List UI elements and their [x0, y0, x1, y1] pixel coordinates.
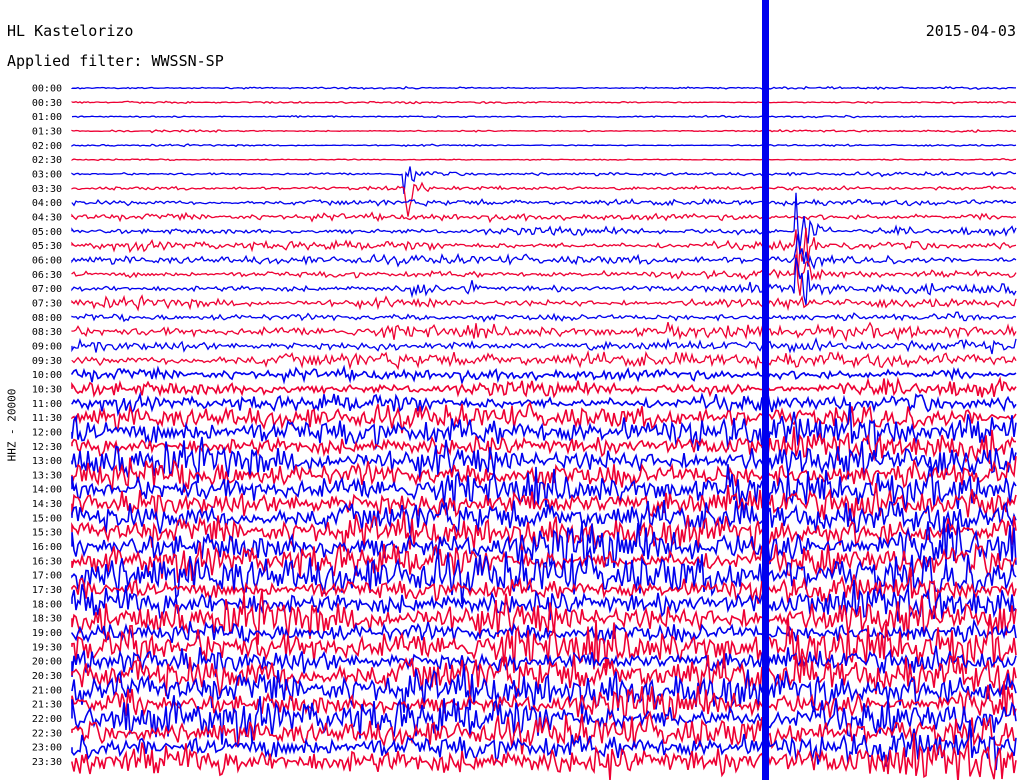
- row-tick-label: 10:30: [32, 384, 62, 395]
- trace-row-0530: [71, 227, 1017, 278]
- trace-row-0700: [71, 257, 1017, 306]
- row-tick-label: 19:30: [32, 642, 62, 653]
- row-tick-label: 11:30: [32, 413, 62, 424]
- row-tick-label: 05:00: [32, 227, 62, 238]
- row-tick-label: 16:00: [32, 542, 62, 553]
- trace-row-0000: [71, 85, 1016, 91]
- row-tick-label: 02:00: [32, 141, 62, 152]
- row-tick-label: 23:30: [32, 757, 62, 768]
- row-tick-label: 09:30: [32, 356, 62, 367]
- clipping-marker: [762, 0, 769, 780]
- trace-row-0900: [71, 337, 1017, 355]
- row-tick-label: 01:00: [32, 112, 62, 123]
- trace-row-0200: [71, 143, 1017, 148]
- trace-row-0230: [71, 158, 1017, 162]
- trace-row-0130: [71, 128, 1017, 134]
- trace-row-1100: [71, 391, 1017, 417]
- row-tick-label: 12:30: [32, 442, 62, 453]
- trace-row-0300: [71, 166, 1017, 194]
- trace-row-0730: [71, 294, 1017, 312]
- trace-row-0800: [71, 311, 1017, 323]
- row-tick-label: 10:00: [32, 370, 62, 381]
- row-tick-label: 13:30: [32, 470, 62, 481]
- trace-row-0600: [71, 233, 1017, 270]
- row-tick-label: 03:00: [32, 169, 62, 180]
- row-tick-label: 20:00: [32, 657, 62, 668]
- trace-row-0030: [71, 100, 1017, 105]
- row-tick-label: 01:30: [32, 126, 62, 137]
- row-tick-label: 07:00: [32, 284, 62, 295]
- row-tick-label: 17:00: [32, 571, 62, 582]
- trace-row-1400: [71, 464, 1017, 512]
- row-tick-label: 02:30: [32, 155, 62, 166]
- row-tick-label: 21:00: [32, 685, 62, 696]
- row-tick-label: 15:30: [32, 528, 62, 539]
- trace-row-0400: [71, 197, 1017, 207]
- trace-row-0330: [71, 181, 1017, 217]
- row-tick-label: 14:00: [32, 485, 62, 496]
- row-tick-label: 06:30: [32, 270, 62, 281]
- row-tick-label: 06:00: [32, 255, 62, 266]
- row-tick-label: 00:30: [32, 98, 62, 109]
- seismogram-plot: 00:00 00:30 01:00 01:30 02:00 02:30 03:00 03:30…: [32, 0, 1017, 780]
- row-tick-label: 08:00: [32, 313, 62, 324]
- trace-row-0430: [71, 211, 1017, 224]
- trace-row-0830: [71, 321, 1017, 343]
- row-tick-label: 19:00: [32, 628, 62, 639]
- row-tick-label: 12:00: [32, 427, 62, 438]
- row-tick-label: 21:30: [32, 700, 62, 711]
- row-tick-label: 22:30: [32, 728, 62, 739]
- trace-row-2330: [71, 732, 1017, 780]
- trace-row-1030: [71, 375, 1017, 399]
- row-tick-label: 04:30: [32, 212, 62, 223]
- row-tick-label: 22:00: [32, 714, 62, 725]
- row-tick-label: 17:30: [32, 585, 62, 596]
- row-tick-label: 14:30: [32, 499, 62, 510]
- trace-row-0100: [71, 114, 1017, 119]
- trace-row-0930: [71, 349, 1017, 371]
- trace-group: [71, 85, 1017, 780]
- row-tick-label: 18:00: [32, 599, 62, 610]
- row-tick-label: 23:00: [32, 743, 62, 754]
- row-tick-label: 05:30: [32, 241, 62, 252]
- row-tick-label: 16:30: [32, 556, 62, 567]
- row-tick-label: 00:00: [32, 84, 62, 95]
- row-tick-label: 20:30: [32, 671, 62, 682]
- row-tick-label: 08:30: [32, 327, 62, 338]
- row-tick-label: 04:00: [32, 198, 62, 209]
- row-tick-label: 09:00: [32, 341, 62, 352]
- tick-label-group: 00:00 00:30 01:00 01:30 02:00 02:30 03:00 03:30…: [32, 84, 62, 769]
- row-tick-label: 11:00: [32, 399, 62, 410]
- row-tick-label: 18:30: [32, 614, 62, 625]
- trace-row-1000: [71, 364, 1017, 386]
- row-tick-label: 07:30: [32, 298, 62, 309]
- row-tick-label: 15:00: [32, 513, 62, 524]
- row-tick-label: 13:00: [32, 456, 62, 467]
- row-tick-label: 03:30: [32, 184, 62, 195]
